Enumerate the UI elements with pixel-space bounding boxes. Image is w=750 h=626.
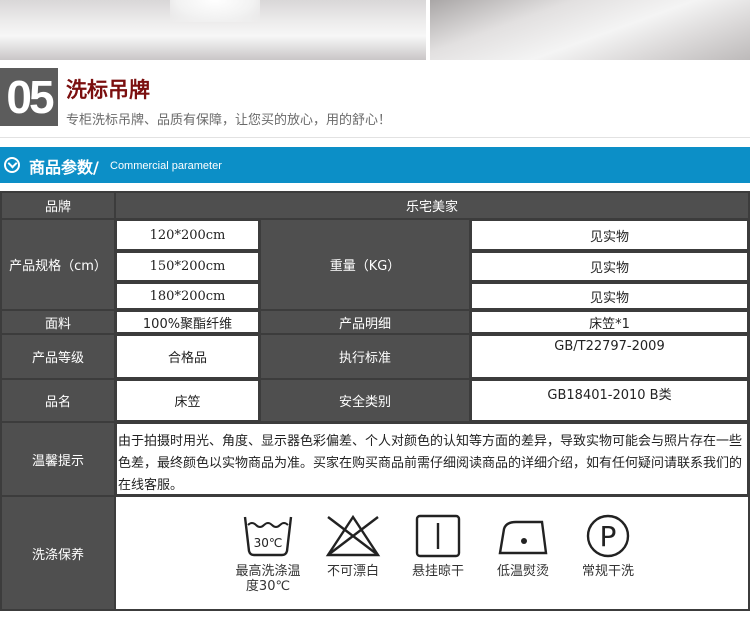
size-value-3: 180*200cm [116, 283, 259, 309]
parameter-title-en: Commercial parameter [110, 160, 222, 172]
size-value-1: 120*200cm [116, 220, 259, 250]
wash-temp-text: 30℃ [254, 536, 283, 550]
care-instructions: 30℃ 最高洗涤温度30℃ 不可漂白 悬挂晾干 低温熨烫 P 常规干洗 [116, 497, 748, 609]
care-item-hang: 悬挂晾干 [398, 513, 478, 579]
grade-value: 合格品 [116, 335, 259, 378]
brand-value: 乐宅美家 [116, 193, 748, 218]
care-item-wash: 30℃ 最高洗涤温度30℃ [228, 513, 308, 594]
product-photo-strip [0, 0, 750, 60]
name-label: 品名 [2, 380, 114, 421]
weight-value-1: 见实物 [471, 220, 748, 250]
name-value: 床笠 [116, 380, 259, 421]
section-divider [0, 137, 750, 138]
fabric-label: 面料 [2, 311, 114, 333]
care-label-wash: 最高洗涤温度30℃ [235, 564, 301, 594]
safety-label: 安全类别 [261, 380, 469, 421]
grade-label: 产品等级 [2, 335, 114, 378]
dryclean-letter: P [600, 520, 617, 553]
care-label-iron: 低温熨烫 [496, 564, 549, 579]
tip-label: 温馨提示 [2, 423, 114, 495]
care-item-dryclean: P 常规干洗 [568, 513, 648, 579]
weight-value-3: 见实物 [471, 283, 748, 309]
weight-value-2: 见实物 [471, 252, 748, 281]
hang-dry-icon [415, 514, 461, 558]
dry-clean-icon: P [586, 514, 630, 558]
product-photo-left [0, 0, 426, 60]
wash-30-icon: 30℃ [243, 516, 293, 557]
size-value-2: 150*200cm [116, 252, 259, 281]
no-bleach-icon [325, 514, 381, 557]
size-label: 产品规格（cm） [2, 220, 114, 309]
care-label-bleach: 不可漂白 [326, 564, 379, 579]
standard-value: GB/T22797-2009 [471, 335, 748, 378]
parameter-title: 商品参数/ [29, 158, 99, 177]
detail-label: 产品明细 [261, 311, 469, 333]
brand-label: 品牌 [2, 193, 114, 218]
detail-value: 床笠*1 [471, 311, 748, 333]
low-iron-icon [498, 520, 548, 555]
chevron-down-icon [4, 157, 20, 173]
care-label-dryclean: 常规干洗 [581, 564, 634, 579]
care-label: 洗涤保养 [2, 497, 114, 609]
weight-label: 重量（KG） [261, 220, 469, 309]
fabric-value: 100%聚酯纤维 [116, 311, 259, 333]
section-subtitle: 专柜洗标吊牌、品质有保障，让您买的放心，用的舒心！ [66, 113, 392, 128]
care-item-bleach: 不可漂白 [313, 513, 393, 579]
care-item-iron: 低温熨烫 [483, 513, 563, 579]
tip-text: 由于拍摄时用光、角度、显示器色彩偏差、个人对颜色的认知等方面的差异，导致实物可能… [116, 423, 748, 495]
section-number: 05 [0, 68, 58, 126]
safety-value: GB18401-2010 B类 [471, 380, 748, 421]
product-photo-right [430, 0, 750, 60]
section-title: 洗标吊牌 [66, 78, 150, 102]
standard-label: 执行标准 [261, 335, 469, 378]
care-label-hang: 悬挂晾干 [411, 564, 464, 579]
